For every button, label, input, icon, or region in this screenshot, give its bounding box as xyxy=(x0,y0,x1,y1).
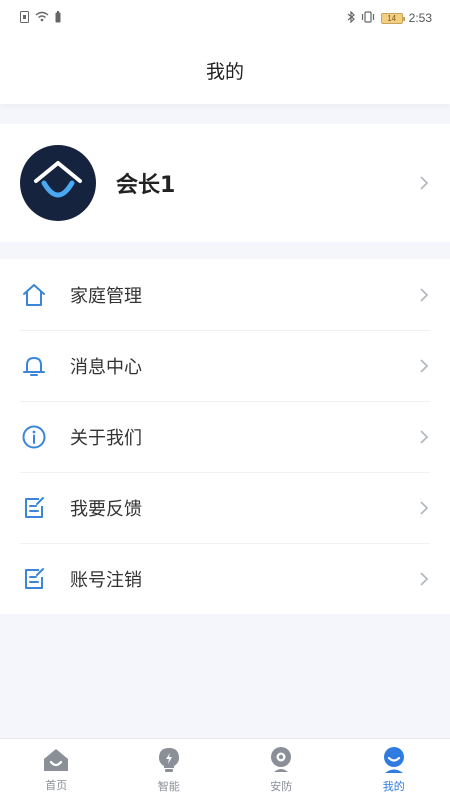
house-icon xyxy=(20,281,48,309)
account-cancel-icon xyxy=(20,565,48,593)
menu-item-label: 账号注销 xyxy=(70,569,142,591)
chevron-right-icon xyxy=(420,176,429,190)
chevron-right-icon xyxy=(420,571,429,586)
bulb-icon xyxy=(158,747,179,772)
tab-smart[interactable]: 智能 xyxy=(113,739,226,800)
status-time: 2:53 xyxy=(408,11,432,25)
tab-label: 我的 xyxy=(382,779,405,793)
tab-security[interactable]: 安防 xyxy=(225,739,338,800)
profile-icon xyxy=(383,746,404,773)
tab-home[interactable]: 首页 xyxy=(0,739,113,800)
info-icon xyxy=(20,423,48,451)
page-header: 我的 xyxy=(0,36,450,104)
house-logo-icon xyxy=(34,161,82,198)
status-bar: 14 2:53 xyxy=(0,0,450,36)
vibrate-icon xyxy=(361,10,375,26)
bluetooth-icon xyxy=(347,10,355,26)
menu-item-label: 家庭管理 xyxy=(70,285,142,307)
avatar xyxy=(20,145,96,221)
settings-menu: 家庭管理 消息中心 关于我们 我要反馈 账号注销 xyxy=(0,259,450,614)
chevron-right-icon xyxy=(420,429,429,444)
tab-label: 首页 xyxy=(45,778,68,792)
chevron-right-icon xyxy=(420,287,429,302)
battery-indicator: 14 xyxy=(380,12,405,24)
sim-icon xyxy=(20,10,29,26)
menu-item-label: 我要反馈 xyxy=(70,498,142,520)
battery-small-icon xyxy=(55,10,61,26)
menu-item-feedback[interactable]: 我要反馈 xyxy=(0,472,450,543)
camera-icon xyxy=(271,746,292,772)
menu-item-message-center[interactable]: 消息中心 xyxy=(0,330,450,401)
status-left xyxy=(20,10,61,26)
chevron-right-icon xyxy=(420,500,429,515)
profile-name: 会长1 xyxy=(116,173,176,198)
tab-label: 智能 xyxy=(157,779,180,793)
tab-label: 安防 xyxy=(270,779,293,793)
menu-item-about-us[interactable]: 关于我们 xyxy=(0,401,450,472)
menu-item-family-management[interactable]: 家庭管理 xyxy=(0,259,450,330)
menu-item-label: 关于我们 xyxy=(70,427,142,449)
menu-item-label: 消息中心 xyxy=(70,356,142,378)
status-right: 14 2:53 xyxy=(347,10,432,26)
profile-card[interactable]: 会长1 xyxy=(0,124,450,242)
bell-icon xyxy=(20,352,48,380)
wifi-icon xyxy=(35,11,49,25)
feedback-icon xyxy=(20,494,48,522)
tab-mine[interactable]: 我的 xyxy=(338,739,450,800)
chevron-right-icon xyxy=(420,358,429,373)
home-icon xyxy=(44,748,69,771)
page-title: 我的 xyxy=(205,60,244,83)
bottom-tab-bar: 首页 智能 安防 我的 xyxy=(0,738,450,800)
menu-item-account-cancellation[interactable]: 账号注销 xyxy=(0,543,450,614)
